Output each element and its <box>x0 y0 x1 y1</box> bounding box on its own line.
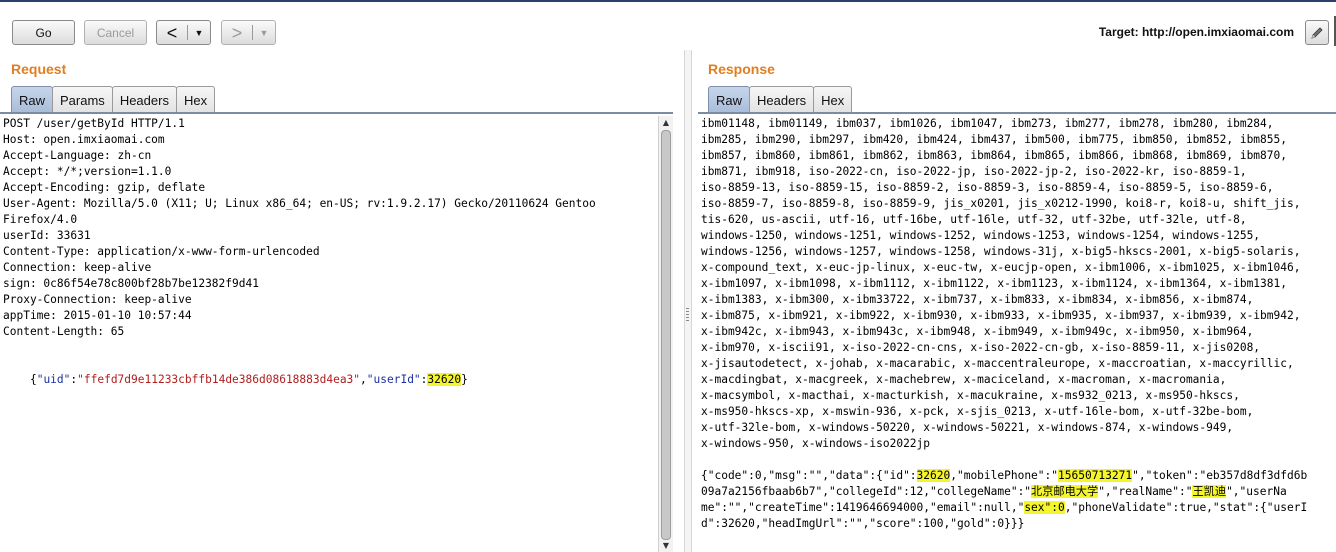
json-id-highlight: 32620 <box>916 469 951 482</box>
response-line: ibm285, ibm290, ibm297, ibm420, ibm424, … <box>701 133 1287 146</box>
forward-history-dropdown-icon[interactable]: ▼ <box>253 28 275 38</box>
scrollbar-thumb[interactable] <box>661 130 671 540</box>
response-json-line: 09a7a2156fbaab6b7","collegeId":12,"colle… <box>701 484 1336 500</box>
request-line: Firefox/4.0 <box>3 213 78 226</box>
request-line: Connection: keep-alive <box>3 261 152 274</box>
response-json-line: {"code":0,"msg":"","data":{"id":32620,"m… <box>701 468 1336 484</box>
response-json-line: me":"","createTime":1419646694000,"email… <box>701 500 1336 516</box>
forward-arrow-icon: > <box>231 22 243 43</box>
response-line: x-macsymbol, x-macthai, x-macturkish, x-… <box>701 389 1240 402</box>
response-line: x-ibm1097, x-ibm1098, x-ibm1112, x-ibm11… <box>701 277 1287 290</box>
request-line: Content-Length: 65 <box>3 325 125 338</box>
response-line: x-ibm875, x-ibm921, x-ibm922, x-ibm930, … <box>701 309 1301 322</box>
request-line: Accept-Encoding: gzip, deflate <box>3 181 206 194</box>
request-line: userId: 33631 <box>3 229 91 242</box>
json-brace: { <box>29 373 37 386</box>
json-text: ","token":"eb357d8df3dfd6b <box>1132 469 1308 482</box>
json-realname-highlight: 王凯迪 <box>1192 485 1227 498</box>
response-line: windows-1250, windows-1251, windows-1252… <box>701 229 1261 242</box>
response-line: x-ms950-hkscs-xp, x-mswin-936, x-pck, x-… <box>701 405 1254 418</box>
response-line: x-compound_text, x-euc-jp-linux, x-euc-t… <box>701 261 1301 274</box>
json-text: ","realName":" <box>1098 485 1193 498</box>
split-pane-divider[interactable] <box>684 50 692 552</box>
request-tab-raw[interactable]: Raw <box>11 86 54 113</box>
request-tabs: Raw Params Headers Hex <box>11 86 216 113</box>
request-vertical-scrollbar[interactable]: ▲ ▼ <box>658 116 673 552</box>
edit-target-button[interactable] <box>1305 20 1329 45</box>
scroll-up-icon[interactable]: ▲ <box>659 118 673 127</box>
request-line: Content-Type: application/x-www-form-url… <box>3 245 320 258</box>
response-line: x-jisautodetect, x-johab, x-macarabic, x… <box>701 357 1294 370</box>
back-history-dropdown-icon[interactable]: ▼ <box>188 28 210 38</box>
json-value-uid: "ffefd7d9e11233cbffb14de386d08618883d4ea… <box>77 373 361 386</box>
json-value-userid-highlight: 32620 <box>427 373 462 386</box>
json-text: me":"","createTime":1419646694000,"email… <box>701 501 1025 514</box>
response-line: x-windows-950, x-windows-iso2022jp <box>701 437 931 450</box>
json-key-uid: "uid" <box>36 373 71 386</box>
response-tab-raw[interactable]: Raw <box>708 86 751 113</box>
json-text: ,"phoneValidate":true,"stat":{"userI <box>1064 501 1308 514</box>
request-tab-headers[interactable]: Headers <box>111 86 177 113</box>
request-tab-params[interactable]: Params <box>52 86 113 113</box>
back-button[interactable]: < ▼ <box>156 20 211 45</box>
json-key-userid: "userId" <box>366 373 421 386</box>
response-line: x-macdingbat, x-macgreek, x-machebrew, x… <box>701 373 1227 386</box>
response-title: Response <box>708 61 775 77</box>
response-line: ibm871, ibm918, iso-2022-cn, iso-2022-jp… <box>701 165 1247 178</box>
request-line: Accept: */*;version=1.1.0 <box>3 165 172 178</box>
request-editor[interactable]: POST /user/getById HTTP/1.1 Host: open.i… <box>3 116 657 552</box>
response-line: ibm01148, ibm01149, ibm037, ibm1026, ibm… <box>701 117 1274 130</box>
json-sex-highlight: sex":0 <box>1024 501 1065 514</box>
response-line: iso-8859-13, iso-8859-15, iso-8859-2, is… <box>701 181 1274 194</box>
request-tab-hex[interactable]: Hex <box>175 86 216 113</box>
response-line: tis-620, us-ascii, utf-16, utf-16be, utf… <box>701 213 1247 226</box>
back-arrow-icon: < <box>166 22 178 43</box>
response-line: x-ibm970, x-iscii91, x-iso-2022-cn-cns, … <box>701 341 1261 354</box>
response-line: ibm857, ibm860, ibm861, ibm862, ibm863, … <box>701 149 1287 162</box>
cancel-button[interactable]: Cancel <box>84 20 147 45</box>
request-tab-underline <box>0 112 673 114</box>
json-brace: } <box>461 373 468 386</box>
response-line: x-ibm942c, x-ibm943, x-ibm943c, x-ibm948… <box>701 325 1254 338</box>
json-text: ","userNa <box>1226 485 1287 498</box>
request-line: Accept-Language: zh-cn <box>3 149 152 162</box>
window-top-border <box>0 0 1336 2</box>
divider-grip-icon[interactable] <box>686 308 689 322</box>
response-line: x-utf-32le-bom, x-windows-50220, x-windo… <box>701 421 1234 434</box>
request-title: Request <box>11 61 67 77</box>
response-tabs: Raw Headers Hex <box>708 86 853 113</box>
response-line: iso-8859-7, iso-8859-8, iso-8859-9, jis_… <box>701 197 1301 210</box>
pencil-icon <box>1311 26 1323 39</box>
request-line: POST /user/getById HTTP/1.1 <box>3 117 185 130</box>
response-tab-hex[interactable]: Hex <box>813 86 853 113</box>
scroll-down-icon[interactable]: ▼ <box>659 541 673 550</box>
request-line: appTime: 2015-01-10 10:57:44 <box>3 309 192 322</box>
json-comma: , <box>360 373 367 386</box>
go-button[interactable]: Go <box>12 20 75 45</box>
json-text: ,"mobilePhone":" <box>950 469 1059 482</box>
response-line: windows-1256, windows-1257, windows-1258… <box>701 245 1301 258</box>
json-college-highlight: 北京邮电大学 <box>1031 485 1099 498</box>
request-line: User-Agent: Mozilla/5.0 (X11; U; Linux x… <box>3 197 596 210</box>
response-tab-underline <box>698 112 1336 114</box>
request-line: sign: 0c86f54e78c800bf28b7be12382f9d41 <box>3 277 259 290</box>
json-text: 09a7a2156fbaab6b7","collegeId":12,"colle… <box>701 485 1032 498</box>
response-editor[interactable]: ibm01148, ibm01149, ibm037, ibm1026, ibm… <box>701 116 1336 552</box>
response-tab-headers[interactable]: Headers <box>749 86 815 113</box>
request-body-line: {"uid":"ffefd7d9e11233cbffb14de386d08618… <box>3 356 657 386</box>
response-line: x-ibm1383, x-ibm300, x-ibm33722, x-ibm73… <box>701 293 1254 306</box>
request-line: Host: open.imxiaomai.com <box>3 133 165 146</box>
json-phone-highlight: 15650713271 <box>1058 469 1133 482</box>
forward-button[interactable]: > ▼ <box>221 20 276 45</box>
json-text: {"code":0,"msg":"","data":{"id": <box>701 469 917 482</box>
request-line: Proxy-Connection: keep-alive <box>3 293 192 306</box>
target-host-label: Target: http://open.imxiaomai.com <box>1098 25 1294 39</box>
response-json-line: d":32620,"headImgUrl":"","score":100,"go… <box>701 517 1025 530</box>
